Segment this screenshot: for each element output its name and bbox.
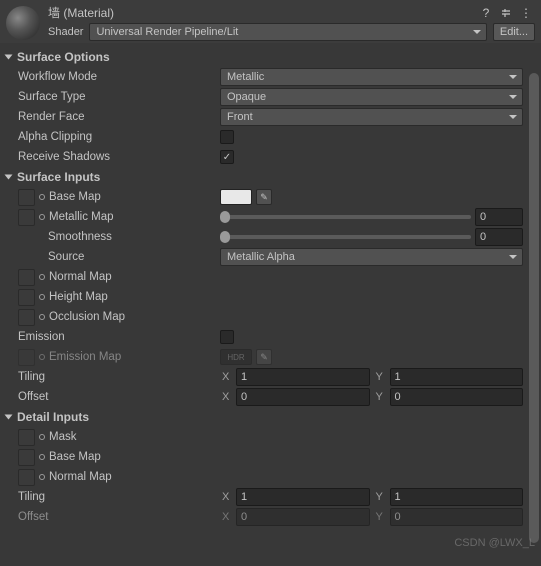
eyedropper-icon[interactable]: ✎	[256, 189, 272, 205]
base-map-color[interactable]	[220, 189, 252, 205]
y-label: Y	[376, 491, 386, 503]
y-label: Y	[376, 371, 386, 383]
occlusion-map-picker-icon[interactable]	[39, 314, 45, 320]
detail-mask-picker-icon[interactable]	[39, 434, 45, 440]
emission-map-label: Emission Map	[49, 351, 121, 363]
tiling-x-field[interactable]: 1	[236, 368, 370, 386]
edit-button[interactable]: Edit...	[493, 23, 535, 41]
emission-hdr-color: HDR	[220, 349, 252, 365]
emission-map-texture-slot	[18, 349, 35, 366]
help-icon[interactable]: ?	[479, 6, 493, 20]
tiling-y-field[interactable]: 1	[390, 368, 524, 386]
detail-offset-label: Offset	[4, 511, 220, 523]
smoothness-slider[interactable]	[220, 235, 471, 239]
detail-offset-x-field[interactable]: 0	[236, 508, 370, 526]
alpha-clipping-label: Alpha Clipping	[4, 131, 220, 143]
x-label: X	[222, 391, 232, 403]
detail-mask-texture-slot[interactable]	[18, 429, 35, 446]
material-title: 墙 (Material)	[48, 4, 114, 21]
base-map-picker-icon[interactable]	[39, 194, 45, 200]
x-label: X	[222, 511, 232, 523]
metallic-value-field[interactable]: 0	[475, 208, 523, 226]
metallic-slider[interactable]	[220, 215, 471, 219]
height-map-label: Height Map	[49, 291, 108, 303]
offset-x-field[interactable]: 0	[236, 388, 370, 406]
emission-label: Emission	[4, 331, 220, 343]
detail-normalmap-label: Normal Map	[49, 471, 112, 483]
scrollbar[interactable]	[529, 73, 539, 543]
offset-label: Offset	[4, 391, 220, 403]
x-label: X	[222, 491, 232, 503]
material-preview-sphere[interactable]	[6, 6, 40, 40]
foldout-icon	[5, 415, 13, 420]
occlusion-map-texture-slot[interactable]	[18, 309, 35, 326]
normal-map-picker-icon[interactable]	[39, 274, 45, 280]
receive-shadows-checkbox[interactable]	[220, 150, 234, 164]
surface-type-dropdown[interactable]: Opaque	[220, 88, 523, 106]
section-detail-inputs[interactable]: Detail Inputs	[4, 407, 523, 427]
source-dropdown[interactable]: Metallic Alpha	[220, 248, 523, 266]
foldout-icon	[5, 55, 13, 60]
surface-type-label: Surface Type	[4, 91, 220, 103]
workflow-mode-dropdown[interactable]: Metallic	[220, 68, 523, 86]
detail-normalmap-texture-slot[interactable]	[18, 469, 35, 486]
menu-icon[interactable]: ⋮	[519, 6, 533, 20]
tiling-label: Tiling	[4, 371, 220, 383]
foldout-icon	[5, 175, 13, 180]
emission-map-picker-icon	[39, 354, 45, 360]
normal-map-texture-slot[interactable]	[18, 269, 35, 286]
base-map-label: Base Map	[49, 191, 101, 203]
detail-tiling-y-field[interactable]: 1	[390, 488, 524, 506]
section-surface-options[interactable]: Surface Options	[4, 47, 523, 67]
y-label: Y	[376, 511, 386, 523]
section-surface-inputs[interactable]: Surface Inputs	[4, 167, 523, 187]
normal-map-label: Normal Map	[49, 271, 112, 283]
detail-basemap-texture-slot[interactable]	[18, 449, 35, 466]
source-label: Source	[4, 251, 220, 263]
detail-tiling-label: Tiling	[4, 491, 220, 503]
height-map-picker-icon[interactable]	[39, 294, 45, 300]
render-face-label: Render Face	[4, 111, 220, 123]
smoothness-value-field[interactable]: 0	[475, 228, 523, 246]
detail-basemap-picker-icon[interactable]	[39, 454, 45, 460]
detail-normalmap-picker-icon[interactable]	[39, 474, 45, 480]
y-label: Y	[376, 391, 386, 403]
eyedropper-icon: ✎	[256, 349, 272, 365]
height-map-texture-slot[interactable]	[18, 289, 35, 306]
shader-dropdown[interactable]: Universal Render Pipeline/Lit	[89, 23, 486, 41]
detail-basemap-label: Base Map	[49, 451, 101, 463]
offset-y-field[interactable]: 0	[390, 388, 524, 406]
workflow-mode-label: Workflow Mode	[4, 71, 220, 83]
detail-mask-label: Mask	[49, 431, 76, 443]
render-face-dropdown[interactable]: Front	[220, 108, 523, 126]
alpha-clipping-checkbox[interactable]	[220, 130, 234, 144]
metallic-map-label: Metallic Map	[49, 211, 114, 223]
receive-shadows-label: Receive Shadows	[4, 151, 220, 163]
preset-icon[interactable]	[499, 6, 513, 20]
smoothness-label: Smoothness	[4, 231, 220, 243]
detail-tiling-x-field[interactable]: 1	[236, 488, 370, 506]
shader-label: Shader	[48, 26, 83, 38]
watermark: CSDN @LWX_L	[454, 537, 535, 549]
detail-offset-y-field[interactable]: 0	[390, 508, 524, 526]
x-label: X	[222, 371, 232, 383]
emission-checkbox[interactable]	[220, 330, 234, 344]
metallic-map-picker-icon[interactable]	[39, 214, 45, 220]
metallic-map-texture-slot[interactable]	[18, 209, 35, 226]
occlusion-map-label: Occlusion Map	[49, 311, 125, 323]
base-map-texture-slot[interactable]	[18, 189, 35, 206]
